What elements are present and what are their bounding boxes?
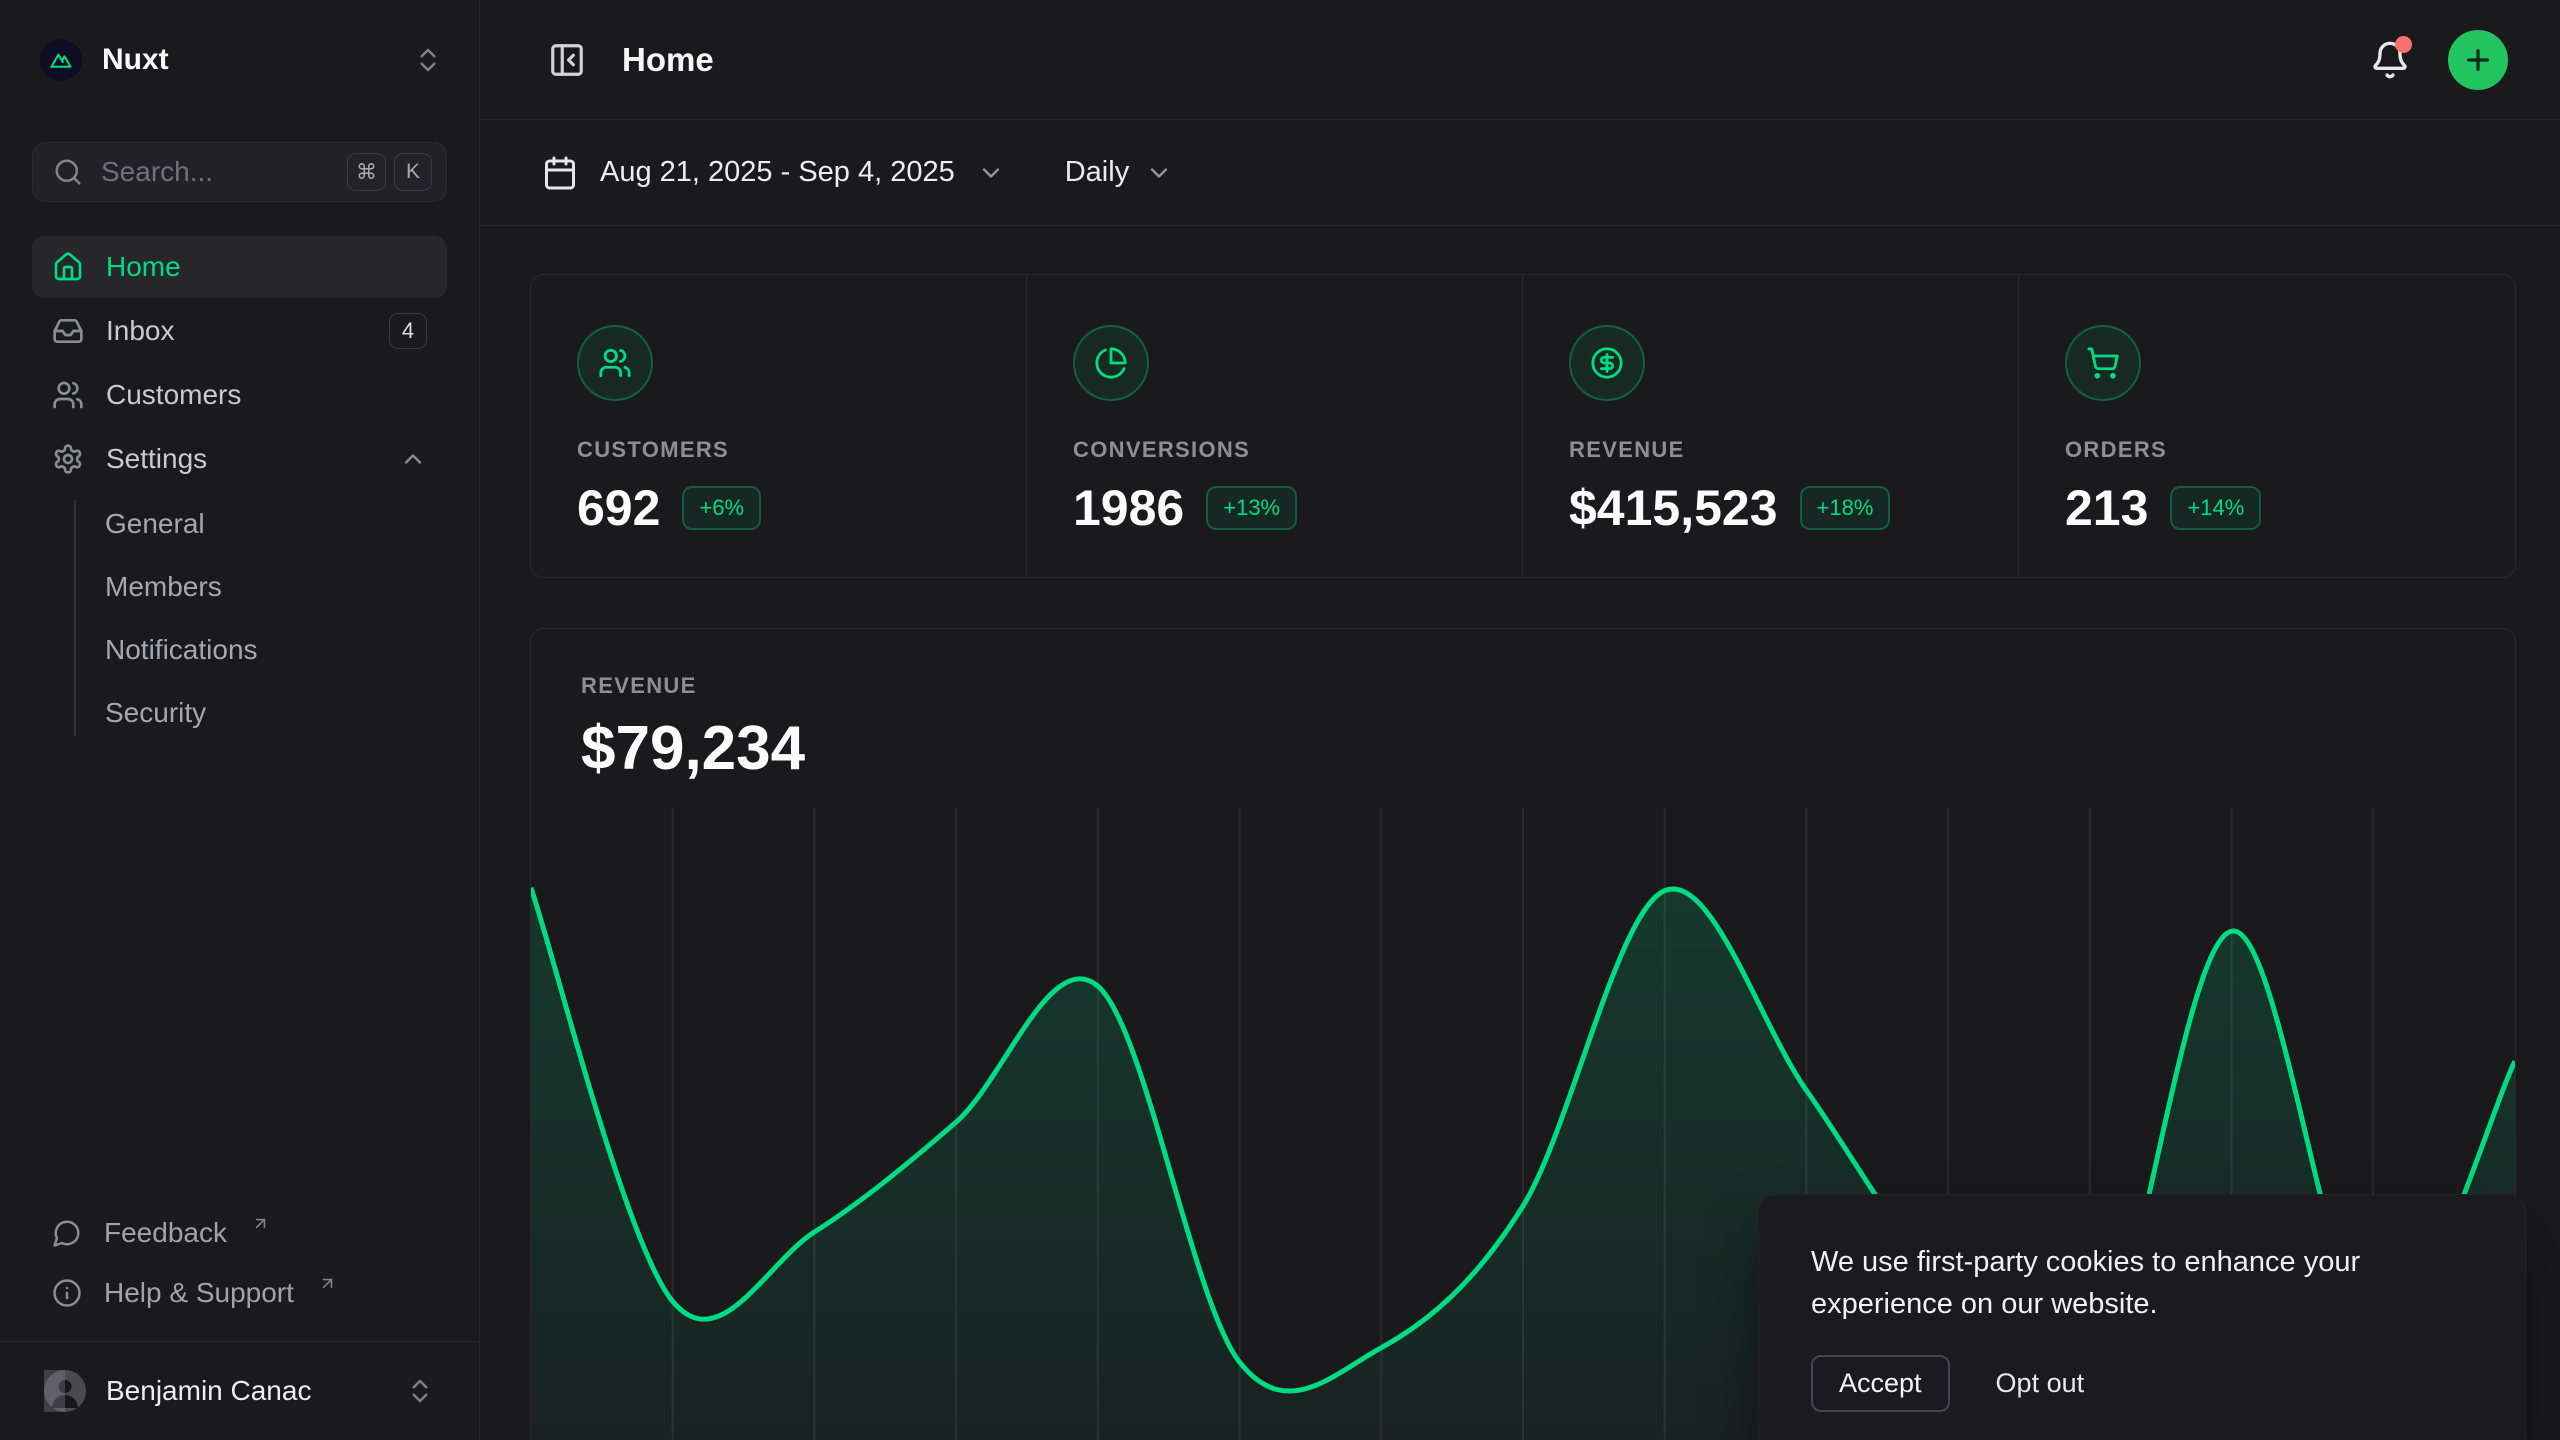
sidebar-nav: Home Inbox 4 Customers Settings [32, 236, 447, 744]
collapse-sidebar-button[interactable] [542, 35, 592, 85]
workspace-name: Nuxt [102, 43, 169, 77]
sidebar-item-home[interactable]: Home [32, 236, 447, 298]
stat-delta-badge: +14% [2170, 486, 2261, 530]
chart-title: REVENUE [581, 673, 2465, 699]
circle-dollar-icon [1569, 325, 1645, 401]
feedback-label: Feedback [104, 1217, 227, 1249]
stat-value: $415,523 [1569, 479, 1778, 537]
plus-icon [2462, 44, 2494, 76]
sidebar-item-settings[interactable]: Settings [32, 428, 447, 490]
stat-label: REVENUE [1569, 437, 1972, 463]
notification-dot [2395, 36, 2412, 53]
sidebar-item-notifications[interactable]: Notifications [32, 618, 447, 681]
gear-icon [52, 443, 84, 475]
notifications-button[interactable] [2370, 40, 2410, 80]
page-header: Home [480, 0, 2560, 120]
date-range-picker[interactable]: Aug 21, 2025 - Sep 4, 2025 [542, 155, 1005, 191]
sidebar-item-inbox[interactable]: Inbox 4 [32, 300, 447, 362]
stat-delta-badge: +6% [682, 486, 761, 530]
granularity-value: Daily [1065, 156, 1129, 189]
chevrons-up-down-icon [413, 45, 443, 75]
sidebar: Nuxt Search... ⌘ K Home [0, 0, 480, 1440]
accept-button[interactable]: Accept [1811, 1355, 1950, 1412]
sidebar-item-general[interactable]: General [32, 492, 447, 555]
sidebar-item-security[interactable]: Security [32, 681, 447, 744]
user-menu[interactable]: Benjamin Canac [32, 1362, 447, 1420]
sidebar-footer: Feedback Help & Support [0, 1203, 479, 1341]
cookie-message: We use first-party cookies to enhance yo… [1811, 1241, 2431, 1325]
stat-card-revenue[interactable]: REVENUE $415,523 +18% [1523, 275, 2019, 578]
sidebar-user-section: Benjamin Canac [0, 1341, 479, 1440]
inbox-count-badge: 4 [389, 313, 427, 349]
add-button[interactable] [2448, 30, 2508, 90]
stat-delta-badge: +13% [1206, 486, 1297, 530]
workspace-switcher[interactable]: Nuxt [0, 0, 479, 120]
chart-current-value: $79,234 [581, 713, 2465, 784]
inbox-icon [52, 315, 84, 347]
user-name: Benjamin Canac [106, 1375, 311, 1407]
sidebar-item-label: Settings [106, 443, 207, 475]
kbd-k: K [394, 153, 432, 191]
nuxt-logo-icon [40, 39, 82, 81]
cookie-banner: We use first-party cookies to enhance yo… [1758, 1194, 2526, 1440]
granularity-select[interactable]: Daily [1065, 156, 1173, 189]
kbd-meta: ⌘ [347, 153, 386, 191]
stat-card-conversions[interactable]: CONVERSIONS 1986 +13% [1027, 275, 1523, 578]
pie-chart-icon [1073, 325, 1149, 401]
external-link-icon [318, 1274, 337, 1293]
house-icon [52, 251, 84, 283]
date-range-value: Aug 21, 2025 - Sep 4, 2025 [600, 156, 955, 189]
info-icon [52, 1278, 82, 1308]
stat-value: 1986 [1073, 479, 1184, 537]
calendar-icon [542, 155, 578, 191]
message-circle-icon [52, 1218, 82, 1248]
stats-row: CUSTOMERS 692 +6% CONVERSIONS 1986 +13% [530, 274, 2516, 578]
search-input[interactable]: Search... ⌘ K [32, 142, 447, 202]
stat-card-orders[interactable]: ORDERS 213 +14% [2019, 275, 2515, 578]
opt-out-button[interactable]: Opt out [1996, 1368, 2085, 1399]
stat-delta-badge: +18% [1800, 486, 1891, 530]
search-placeholder: Search... [101, 156, 213, 188]
sidebar-item-label: Inbox [106, 315, 175, 347]
chevron-down-icon [1145, 159, 1173, 187]
users-icon [577, 325, 653, 401]
settings-submenu: General Members Notifications Security [32, 492, 447, 744]
search-shortcut: ⌘ K [347, 153, 432, 191]
page-title: Home [622, 41, 714, 79]
help-support-label: Help & Support [104, 1277, 294, 1309]
feedback-link[interactable]: Feedback [32, 1203, 447, 1263]
search-icon [53, 157, 83, 187]
chevron-down-icon [977, 159, 1005, 187]
chevrons-up-down-icon [405, 1376, 435, 1406]
help-support-link[interactable]: Help & Support [32, 1263, 447, 1323]
avatar [44, 1370, 86, 1412]
stat-card-customers[interactable]: CUSTOMERS 692 +6% [531, 275, 1027, 578]
users-icon [52, 379, 84, 411]
panel-left-close-icon [548, 41, 586, 79]
external-link-icon [251, 1214, 270, 1233]
stat-label: ORDERS [2065, 437, 2469, 463]
filters-toolbar: Aug 21, 2025 - Sep 4, 2025 Daily [480, 120, 2560, 226]
stat-value: 692 [577, 479, 660, 537]
sidebar-item-customers[interactable]: Customers [32, 364, 447, 426]
sidebar-item-label: Customers [106, 379, 241, 411]
chevron-up-icon [399, 445, 427, 473]
sidebar-item-members[interactable]: Members [32, 555, 447, 618]
stat-label: CONVERSIONS [1073, 437, 1476, 463]
sidebar-item-label: Home [106, 251, 181, 283]
stat-value: 213 [2065, 479, 2148, 537]
stat-label: CUSTOMERS [577, 437, 980, 463]
shopping-cart-icon [2065, 325, 2141, 401]
